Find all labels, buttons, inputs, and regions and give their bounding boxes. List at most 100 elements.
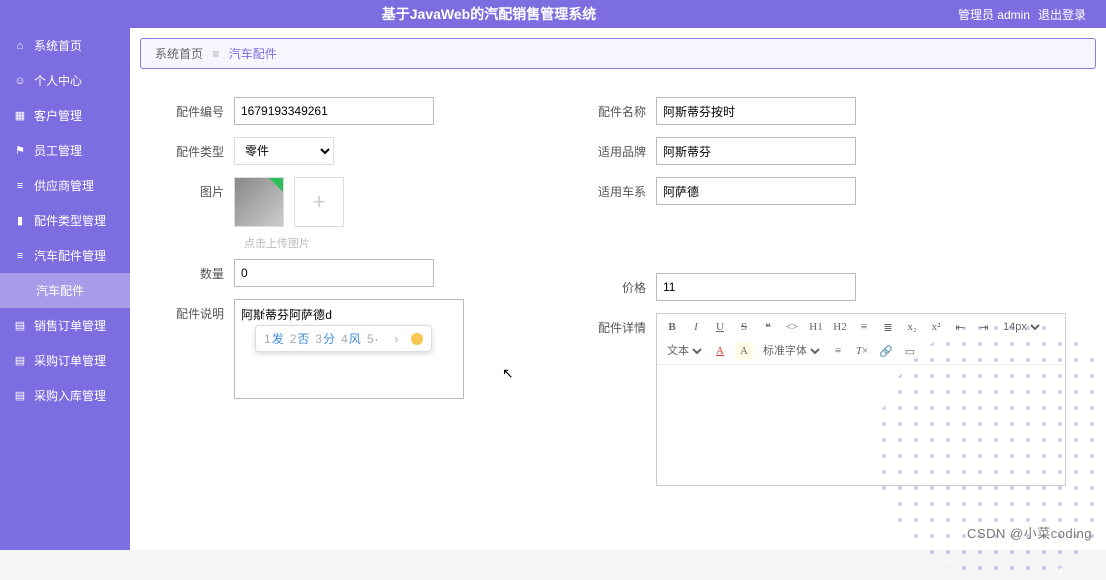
supplier-icon: ≡ [14, 180, 26, 192]
image-hint: 点击上传图片 [244, 235, 542, 251]
watermark: CSDN @小菜coding [967, 523, 1092, 542]
ime-candidate[interactable]: · [375, 332, 379, 346]
input-part-no[interactable] [234, 97, 434, 125]
bold-icon[interactable]: B [663, 318, 681, 336]
stock-icon: ▤ [14, 390, 26, 402]
sidebar-item-7[interactable]: 汽车配件 [0, 273, 130, 308]
order-icon: ▤ [14, 320, 26, 332]
sidebar-item-label: 汽车配件管理 [34, 247, 106, 264]
label-part-name: 配件名称 [592, 97, 656, 120]
ime-num: 2 [290, 332, 297, 346]
sub-icon[interactable]: x₂ [903, 318, 921, 336]
main: 系统首页 ≡ 汽车配件 配件编号 配件类型 零件 图片 + 点击上传图片 [130, 28, 1106, 550]
sidebar-item-8[interactable]: ▤ 销售订单管理 [0, 308, 130, 343]
sidebar-item-4[interactable]: ≡ 供应商管理 [0, 168, 130, 203]
strike-icon[interactable]: S [735, 318, 753, 336]
select-part-type[interactable]: 零件 [234, 137, 334, 165]
parts-icon: ≡ [14, 250, 26, 262]
input-brand[interactable] [656, 137, 856, 165]
label-qty: 数量 [170, 259, 234, 282]
label-brand: 适用品牌 [592, 137, 656, 160]
h1-icon[interactable]: H1 [807, 318, 825, 336]
label-price: 价格 [592, 273, 656, 296]
logout-link[interactable]: 退出登录 [1038, 6, 1086, 23]
user-icon: ☺ [14, 75, 26, 87]
input-qty[interactable] [234, 259, 434, 287]
sidebar-item-5[interactable]: ▮ 配件类型管理 [0, 203, 130, 238]
editor-toolbar: B I U S ❝ <> H1 H2 ≡ ≣ x₂ x² ⇤ ⇥ [657, 314, 1065, 365]
image-add-button[interactable]: + [294, 177, 344, 227]
sidebar-item-label: 客户管理 [34, 107, 82, 124]
staff-icon: ⚑ [14, 145, 26, 157]
sidebar-item-1[interactable]: ☺ 个人中心 [0, 63, 130, 98]
paragraph-select[interactable]: 文本 [663, 344, 705, 358]
label-part-no: 配件编号 [170, 97, 234, 120]
ime-num: 3 [315, 332, 322, 346]
h2-icon[interactable]: H2 [831, 318, 849, 336]
italic-icon[interactable]: I [687, 318, 705, 336]
sidebar-item-6[interactable]: ≡ 汽车配件管理 [0, 238, 130, 273]
header: 基于JavaWeb的汽配销售管理系统 管理员 admin 退出登录 [0, 0, 1106, 28]
image-icon[interactable]: ▭ [901, 342, 919, 360]
ime-candidate[interactable]: 风 [349, 332, 361, 346]
ime-num: 1 [264, 332, 271, 346]
underline-icon[interactable]: U [711, 318, 729, 336]
ime-candidate[interactable]: 分 [323, 332, 335, 346]
sidebar-item-label: 供应商管理 [34, 177, 94, 194]
sidebar-item-10[interactable]: ▤ 采购入库管理 [0, 378, 130, 413]
label-desc: 配件说明 [170, 299, 234, 322]
breadcrumb-home[interactable]: 系统首页 [155, 47, 203, 61]
ime-next[interactable]: › [395, 332, 399, 346]
input-series[interactable] [656, 177, 856, 205]
sidebar-item-9[interactable]: ▤ 采购订单管理 [0, 343, 130, 378]
sup-icon[interactable]: x² [927, 318, 945, 336]
input-price[interactable] [656, 273, 856, 301]
sidebar: ⌂系统首页 ☺ 个人中心 ▦ 客户管理 ⚑ 员工管理 ≡ 供应商管理 ▮ 配件类型管理 ≡ 汽车配件管理… [0, 28, 130, 550]
clear-icon[interactable]: T× [853, 342, 871, 360]
link-icon[interactable]: 🔗 [877, 342, 895, 360]
outdent-icon[interactable]: ⇥ [975, 318, 993, 336]
bgcolor-icon[interactable]: A [735, 342, 753, 360]
sidebar-item-label: 配件类型管理 [34, 212, 106, 229]
ime-brand-icon [411, 333, 423, 345]
app-title: 基于JavaWeb的汽配销售管理系统 [20, 4, 958, 24]
fontsize-select[interactable]: 14px [999, 320, 1043, 334]
indent-icon[interactable]: ⇤ [951, 318, 969, 336]
sidebar-item-3[interactable]: ⚑ 员工管理 [0, 133, 130, 168]
sidebar-item-label: 汽车配件 [36, 282, 84, 299]
sidebar-item-label: 采购订单管理 [34, 352, 106, 369]
ol-icon[interactable]: ≡ [855, 318, 873, 336]
color-icon[interactable]: A [711, 342, 729, 360]
sidebar-item-0[interactable]: ⌂系统首页 [0, 28, 130, 63]
ime-candidate[interactable]: 发 [272, 332, 284, 346]
chart-icon: ▮ [14, 215, 26, 227]
ul-icon[interactable]: ≣ [879, 318, 897, 336]
user-label: 管理员 admin [958, 6, 1030, 23]
ime-popup[interactable]: f 1发2否3分4风5· › [255, 325, 432, 352]
po-icon: ▤ [14, 355, 26, 367]
breadcrumb-sep: ≡ [212, 47, 219, 61]
breadcrumb: 系统首页 ≡ 汽车配件 [140, 38, 1096, 69]
sidebar-item-2[interactable]: ▦ 客户管理 [0, 98, 130, 133]
sidebar-item-label: 员工管理 [34, 142, 82, 159]
label-series: 适用车系 [592, 177, 656, 200]
editor-body[interactable] [657, 365, 1065, 485]
ime-num: 5 [367, 332, 374, 346]
rich-editor: B I U S ❝ <> H1 H2 ≡ ≣ x₂ x² ⇤ ⇥ [656, 313, 1066, 486]
input-part-name[interactable] [656, 97, 856, 125]
image-thumb[interactable] [234, 177, 284, 227]
ime-num: 4 [341, 332, 348, 346]
sidebar-item-label: 个人中心 [34, 72, 82, 89]
sidebar-item-label: 销售订单管理 [34, 317, 106, 334]
breadcrumb-current: 汽车配件 [229, 47, 277, 61]
label-image: 图片 [170, 177, 234, 200]
font-select[interactable]: 标准字体 [759, 344, 823, 358]
sidebar-item-label: 采购入库管理 [34, 387, 106, 404]
grid-icon: ▦ [14, 110, 26, 122]
ime-input: f [260, 308, 263, 322]
quote-icon[interactable]: ❝ [759, 318, 777, 336]
align-icon[interactable]: ≡ [829, 342, 847, 360]
label-part-type: 配件类型 [170, 137, 234, 160]
ime-candidate[interactable]: 否 [297, 332, 309, 346]
code-icon[interactable]: <> [783, 318, 801, 336]
